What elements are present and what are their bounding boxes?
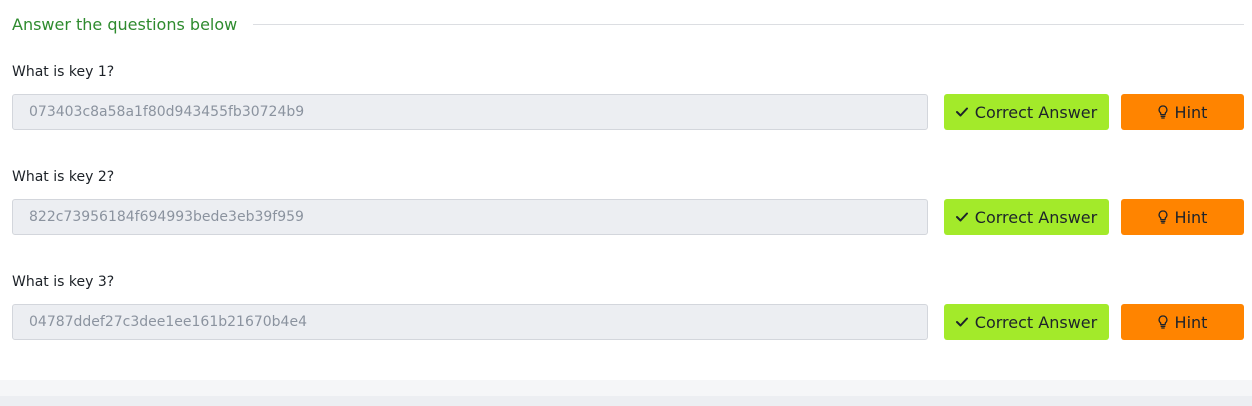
hint-button[interactable]: Hint bbox=[1121, 94, 1244, 130]
hint-label: Hint bbox=[1174, 312, 1208, 332]
question-label: What is key 2? bbox=[12, 169, 115, 185]
section-divider bbox=[253, 23, 1244, 25]
question-block-3: What is key 3? 04787ddef27c3dee1ee161b21… bbox=[12, 273, 1244, 363]
correct-answer-button[interactable]: Correct Answer bbox=[944, 304, 1109, 340]
question-label: What is key 3? bbox=[12, 274, 115, 290]
lightbulb-icon bbox=[1158, 315, 1168, 329]
hint-label: Hint bbox=[1174, 102, 1208, 122]
correct-answer-label: Correct Answer bbox=[974, 312, 1098, 332]
correct-answer-button[interactable]: Correct Answer bbox=[944, 94, 1109, 130]
question-label: What is key 1? bbox=[12, 64, 115, 80]
lightbulb-icon bbox=[1158, 210, 1168, 224]
task-questions-card: Answer the questions below What is key 1… bbox=[0, 0, 1252, 380]
section-header: Answer the questions below bbox=[12, 12, 1244, 36]
card-footer-band bbox=[0, 380, 1252, 396]
answer-input[interactable]: 04787ddef27c3dee1ee161b21670b4e4 bbox=[12, 304, 928, 340]
question-block-2: What is key 2? 822c73956184f694993bede3e… bbox=[12, 168, 1244, 258]
answer-input[interactable]: 822c73956184f694993bede3eb39f959 bbox=[12, 199, 928, 235]
section-title: Answer the questions below bbox=[12, 14, 238, 34]
page-background-band bbox=[0, 396, 1252, 406]
correct-answer-label: Correct Answer bbox=[974, 207, 1098, 227]
correct-answer-button[interactable]: Correct Answer bbox=[944, 199, 1109, 235]
checkmark-icon bbox=[955, 212, 968, 222]
correct-answer-label: Correct Answer bbox=[974, 102, 1098, 122]
question-block-1: What is key 1? 073403c8a58a1f80d943455fb… bbox=[12, 63, 1244, 153]
hint-button[interactable]: Hint bbox=[1121, 199, 1244, 235]
hint-button[interactable]: Hint bbox=[1121, 304, 1244, 340]
checkmark-icon bbox=[955, 107, 968, 117]
hint-label: Hint bbox=[1174, 207, 1208, 227]
answer-input[interactable]: 073403c8a58a1f80d943455fb30724b9 bbox=[12, 94, 928, 130]
lightbulb-icon bbox=[1158, 105, 1168, 119]
checkmark-icon bbox=[955, 317, 968, 327]
